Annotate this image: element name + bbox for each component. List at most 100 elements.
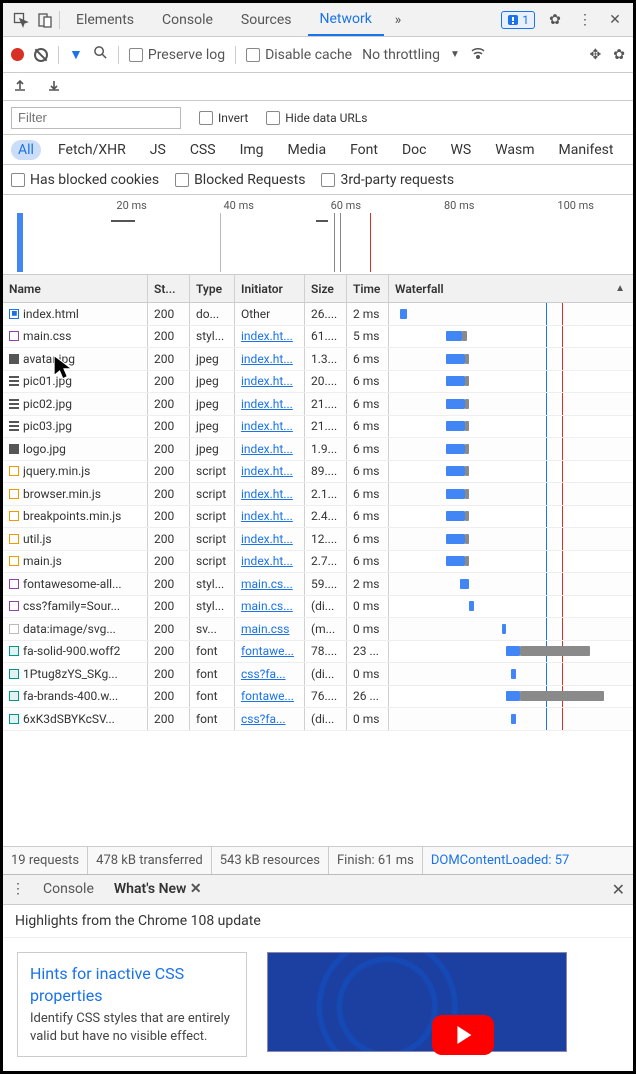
drawer-tab-whatsnew[interactable]: What's New ✕: [112, 875, 204, 904]
table-row[interactable]: main.js200scriptindex.ht...2.7...6 ms: [3, 551, 633, 574]
time-cell: 6 ms: [347, 483, 389, 505]
chip-all[interactable]: All: [11, 140, 41, 160]
timeline-left-handle[interactable]: [17, 213, 23, 272]
chip-wasm[interactable]: Wasm: [488, 140, 541, 160]
type-cell: font: [190, 641, 235, 663]
chip-ws[interactable]: WS: [443, 140, 478, 160]
initiator-link[interactable]: main.cs...: [241, 577, 293, 591]
blocked-requests-checkbox[interactable]: Blocked Requests: [175, 172, 305, 188]
table-row[interactable]: browser.min.js200scriptindex.ht...2.1...…: [3, 483, 633, 506]
settings-icon[interactable]: ✿: [545, 10, 565, 30]
chip-fetch-xhr[interactable]: Fetch/XHR: [51, 140, 133, 160]
third-party-checkbox[interactable]: 3rd-party requests: [321, 172, 454, 188]
initiator-link[interactable]: index.ht...: [241, 397, 293, 411]
drawer-menu-icon[interactable]: ⋮: [11, 881, 25, 897]
chip-manifest[interactable]: Manifest: [552, 140, 621, 160]
disable-cache-checkbox[interactable]: Disable cache: [246, 47, 352, 63]
initiator-link[interactable]: css?fa...: [241, 667, 286, 681]
table-row[interactable]: pic03.jpg200jpegindex.ht...21....6 ms: [3, 416, 633, 439]
chip-font[interactable]: Font: [343, 140, 385, 160]
initiator-link[interactable]: index.ht...: [241, 419, 293, 433]
wifi-icon[interactable]: [470, 45, 486, 65]
blocked-cookies-checkbox[interactable]: Has blocked cookies: [11, 172, 159, 188]
table-row[interactable]: data:image/svg...200sv...main.css(m...0 …: [3, 618, 633, 641]
initiator-link[interactable]: index.ht...: [241, 442, 293, 456]
network-table-header[interactable]: Name St... Type Initiator Size Time Wate…: [3, 275, 633, 303]
table-row[interactable]: pic02.jpg200jpegindex.ht...21....6 ms: [3, 393, 633, 416]
more-tabs-icon[interactable]: »: [388, 10, 408, 30]
filter-toggle-icon[interactable]: ▼: [69, 46, 83, 63]
chip-css[interactable]: CSS: [183, 140, 223, 160]
initiator-link[interactable]: index.ht...: [241, 509, 293, 523]
initiator-link[interactable]: index.ht...: [241, 532, 293, 546]
hide-data-urls-checkbox[interactable]: Hide data URLs: [266, 111, 367, 125]
initiator-link[interactable]: index.ht...: [241, 554, 293, 568]
initiator-link[interactable]: index.ht...: [241, 464, 293, 478]
tab-sources[interactable]: Sources: [229, 3, 304, 36]
table-row[interactable]: avatar.jpg200jpegindex.ht...1.3...6 ms: [3, 348, 633, 371]
video-preview[interactable]: [267, 952, 567, 1052]
throttling-caret-icon[interactable]: ▼: [450, 49, 460, 60]
table-row[interactable]: fa-solid-900.woff2200fontfontawe...78...…: [3, 641, 633, 664]
initiator-link[interactable]: css?fa...: [241, 712, 286, 726]
table-row[interactable]: index.html200do...Other26....2 ms: [3, 303, 633, 326]
close-drawer-icon[interactable]: ✕: [612, 880, 625, 899]
whatsnew-card[interactable]: Hints for inactive CSS properties Identi…: [17, 952, 247, 1057]
col-waterfall[interactable]: Waterfall ▲: [389, 275, 633, 302]
throttling-select[interactable]: No throttling: [362, 47, 440, 63]
initiator-link[interactable]: main.cs...: [241, 599, 293, 613]
network-settings-icon[interactable]: ✿: [613, 47, 625, 63]
filter-input[interactable]: [11, 107, 181, 129]
col-name[interactable]: Name: [3, 275, 148, 302]
chip-other[interactable]: Other: [630, 140, 636, 160]
table-row[interactable]: css?family=Sour...200styl...main.cs...(d…: [3, 596, 633, 619]
initiator-link[interactable]: main.css: [241, 622, 289, 636]
import-har-icon[interactable]: [47, 78, 61, 95]
upload-har-icon[interactable]: ✥: [590, 47, 602, 63]
chip-js[interactable]: JS: [143, 140, 173, 160]
col-type[interactable]: Type: [190, 275, 235, 302]
initiator-link[interactable]: index.ht...: [241, 329, 293, 343]
col-size[interactable]: Size: [305, 275, 347, 302]
table-row[interactable]: util.js200scriptindex.ht...12....6 ms: [3, 528, 633, 551]
table-row[interactable]: main.css200styl...index.ht...61....5 ms: [3, 326, 633, 349]
search-icon[interactable]: [93, 45, 108, 64]
drawer-tab-console[interactable]: Console: [41, 875, 96, 904]
table-row[interactable]: 6xK3dSBYKcSV...200fontcss?fa...(di...0 m…: [3, 708, 633, 731]
chip-doc[interactable]: Doc: [395, 140, 434, 160]
col-time[interactable]: Time: [347, 275, 389, 302]
initiator-link[interactable]: index.ht...: [241, 374, 293, 388]
tab-elements[interactable]: Elements: [64, 3, 146, 36]
more-icon[interactable]: ⋮: [575, 10, 595, 30]
initiator-link[interactable]: index.ht...: [241, 352, 293, 366]
col-initiator[interactable]: Initiator: [235, 275, 305, 302]
play-icon[interactable]: [432, 1015, 494, 1055]
invert-checkbox[interactable]: Invert: [199, 111, 248, 125]
device-toggle-icon[interactable]: [35, 10, 55, 30]
table-row[interactable]: jquery.min.js200scriptindex.ht...89....6…: [3, 461, 633, 484]
chip-media[interactable]: Media: [281, 140, 334, 160]
export-har-icon[interactable]: [13, 78, 27, 95]
tab-network[interactable]: Network: [308, 3, 384, 36]
record-button[interactable]: [11, 48, 24, 61]
chip-img[interactable]: Img: [233, 140, 271, 160]
clear-button[interactable]: [34, 48, 48, 62]
initiator-link[interactable]: index.ht...: [241, 487, 293, 501]
table-row[interactable]: fa-brands-400.w...200fontfontawe...76...…: [3, 686, 633, 709]
tab-console[interactable]: Console: [150, 3, 225, 36]
col-status[interactable]: St...: [148, 275, 190, 302]
inspect-icon[interactable]: [11, 10, 31, 30]
table-row[interactable]: pic01.jpg200jpegindex.ht...20....6 ms: [3, 371, 633, 394]
close-tab-icon[interactable]: ✕: [190, 881, 202, 897]
initiator-link[interactable]: fontawe...: [241, 644, 294, 658]
initiator-link[interactable]: fontawe...: [241, 689, 294, 703]
issues-badge[interactable]: 1: [501, 11, 535, 29]
timeline-overview[interactable]: 20 ms40 ms60 ms80 ms100 ms: [3, 195, 633, 275]
table-row[interactable]: fontawesome-all...200styl...main.cs...59…: [3, 573, 633, 596]
table-row[interactable]: 1Ptug8zYS_SKg...200fontcss?fa...(di...0 …: [3, 663, 633, 686]
table-row[interactable]: breakpoints.min.js200scriptindex.ht...2.…: [3, 506, 633, 529]
type-cell: styl...: [190, 573, 235, 595]
preserve-log-checkbox[interactable]: Preserve log: [129, 47, 225, 63]
table-row[interactable]: logo.jpg200jpegindex.ht...1.9...6 ms: [3, 438, 633, 461]
close-devtools-icon[interactable]: ✕: [605, 10, 625, 30]
